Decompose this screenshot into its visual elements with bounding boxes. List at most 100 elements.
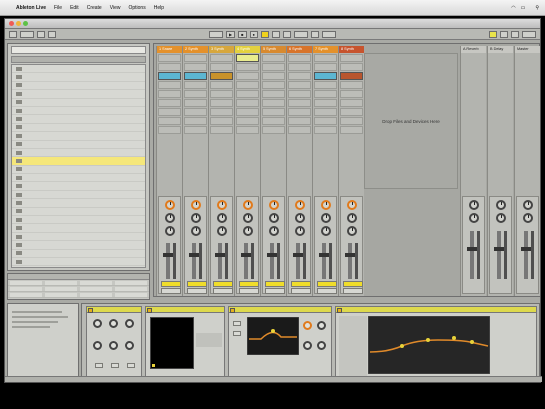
browser-item[interactable] — [12, 141, 145, 149]
volume-fader-track[interactable] — [192, 243, 196, 279]
clip-slot[interactable] — [184, 108, 207, 116]
solo-button[interactable] — [213, 288, 233, 294]
clip-slot[interactable] — [184, 63, 207, 71]
clip-slot[interactable] — [158, 90, 181, 98]
clip-slot[interactable] — [184, 126, 207, 134]
clip-slot[interactable] — [158, 99, 181, 107]
clip-slot[interactable] — [262, 63, 285, 71]
clip-slot[interactable] — [184, 90, 207, 98]
device-knob[interactable] — [109, 319, 118, 328]
pan-knob[interactable] — [294, 226, 305, 236]
browser-item[interactable] — [12, 132, 145, 141]
clip-slot[interactable] — [158, 117, 181, 125]
send-knob[interactable] — [468, 213, 479, 223]
volume-fader-handle[interactable] — [241, 253, 251, 257]
pan-knob[interactable] — [468, 200, 479, 210]
solo-button[interactable] — [317, 288, 337, 294]
clip-slot[interactable] — [314, 63, 337, 71]
device-knob[interactable] — [109, 341, 118, 350]
browser-item[interactable] — [12, 99, 145, 107]
send-a-knob[interactable] — [294, 200, 305, 210]
solo-button[interactable] — [161, 288, 181, 294]
device-1[interactable] — [86, 306, 142, 378]
clip-slot[interactable] — [184, 81, 207, 89]
solo-button[interactable] — [187, 288, 207, 294]
zoom-window-icon[interactable] — [23, 21, 28, 26]
browser-item[interactable] — [12, 149, 145, 158]
browser-item[interactable] — [12, 233, 145, 242]
track-1[interactable]: 1 Snare — [156, 46, 182, 296]
browser-item[interactable] — [12, 90, 145, 99]
volume-fader-track[interactable] — [470, 231, 474, 279]
clip-slot[interactable] — [340, 108, 363, 116]
device-button[interactable] — [95, 363, 103, 368]
track-title[interactable]: 4 Synth — [235, 46, 260, 53]
browser-item[interactable] — [12, 250, 145, 258]
browser-item[interactable] — [12, 82, 145, 91]
volume-fader-handle[interactable] — [215, 253, 225, 257]
clip-slot[interactable] — [236, 99, 259, 107]
send-a-knob[interactable] — [320, 200, 331, 210]
filter-type-button[interactable] — [233, 331, 241, 336]
drop-zone[interactable]: Drop Files and Devices Here — [364, 53, 458, 189]
clip-slot[interactable] — [288, 63, 311, 71]
arrangement-position-field[interactable] — [209, 30, 224, 38]
clip-slot[interactable] — [314, 117, 337, 125]
clip[interactable] — [340, 72, 363, 80]
minimize-window-icon[interactable] — [16, 21, 21, 26]
browser-item[interactable] — [12, 115, 145, 124]
clip-slot[interactable] — [314, 108, 337, 116]
midi-map-button[interactable] — [511, 30, 520, 38]
play-button[interactable]: ▶ — [226, 30, 236, 38]
menu-create[interactable]: Create — [87, 5, 102, 11]
send-b-knob[interactable] — [346, 213, 357, 223]
automation-arm-button[interactable] — [271, 30, 280, 38]
clip-slot[interactable] — [288, 108, 311, 116]
device-button[interactable] — [127, 363, 135, 368]
send-b-knob[interactable] — [268, 213, 279, 223]
volume-fader-handle[interactable] — [189, 253, 199, 257]
loop-start-field[interactable] — [293, 30, 308, 38]
master-track[interactable]: Master — [514, 46, 540, 296]
track-3[interactable]: 3 Synth — [208, 46, 234, 296]
clip-slot[interactable] — [340, 90, 363, 98]
clip-slot[interactable] — [314, 81, 337, 89]
xy-pad-handle[interactable] — [152, 364, 155, 367]
clip-slot[interactable] — [158, 54, 181, 62]
browser-item[interactable] — [12, 73, 145, 82]
volume-fader-track[interactable] — [296, 243, 300, 279]
browser-item[interactable] — [12, 224, 145, 233]
return-track[interactable]: A Reverb — [460, 46, 486, 296]
browser-item[interactable] — [12, 258, 145, 267]
device-4[interactable] — [335, 306, 537, 378]
device-knob[interactable] — [93, 341, 102, 350]
clip-slot[interactable] — [210, 99, 233, 107]
track-8[interactable]: 8 Synth — [338, 46, 364, 296]
clip-slot[interactable] — [262, 90, 285, 98]
loop-length-field[interactable] — [321, 30, 336, 38]
track-title[interactable]: 6 Synth — [287, 46, 312, 53]
key-map-button[interactable] — [500, 30, 509, 38]
clip-slot[interactable] — [236, 81, 259, 89]
clip[interactable] — [314, 72, 337, 80]
clip-slot[interactable] — [262, 54, 285, 62]
device-knob[interactable] — [125, 319, 134, 328]
track-title[interactable]: 2 Synth — [183, 46, 208, 53]
clip-slot[interactable] — [288, 81, 311, 89]
clip-slot[interactable] — [340, 126, 363, 134]
clip-slot[interactable] — [314, 90, 337, 98]
clip-slot[interactable] — [262, 117, 285, 125]
clip-slot[interactable] — [262, 81, 285, 89]
volume-fader-handle[interactable] — [293, 253, 303, 257]
eq-band-controls[interactable] — [339, 316, 367, 376]
clip-slot[interactable] — [210, 108, 233, 116]
volume-fader-handle[interactable] — [521, 247, 531, 251]
device-title[interactable] — [336, 307, 536, 313]
tap-button[interactable] — [9, 30, 17, 38]
solo-button[interactable] — [343, 288, 363, 294]
browser-item[interactable] — [12, 208, 145, 217]
device-knob[interactable] — [93, 319, 102, 328]
browser-list[interactable] — [11, 64, 146, 268]
track-title[interactable]: 3 Synth — [209, 46, 234, 53]
clip-slot[interactable] — [236, 108, 259, 116]
